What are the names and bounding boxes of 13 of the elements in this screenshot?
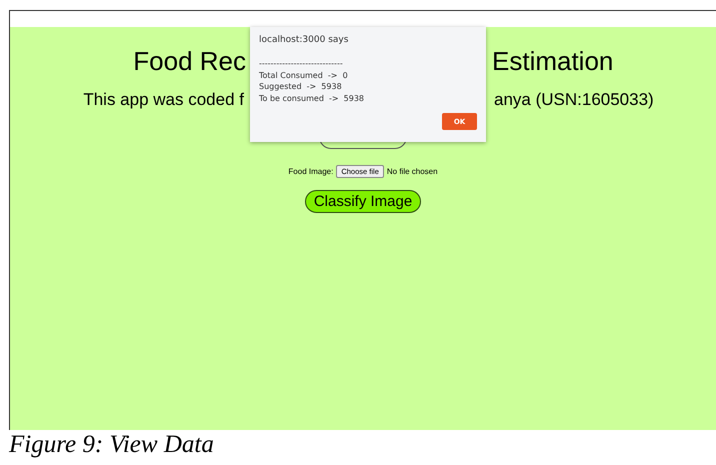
page-title: Estimation <box>492 45 614 77</box>
field-label: Food Image: <box>288 167 334 176</box>
separator-text: ----------------------------- <box>259 58 344 70</box>
dialog-line: To be consumed -> 5938 <box>259 92 366 104</box>
subtitle: anya (USN:1605033) <box>494 89 654 111</box>
dialog-line: Total Consumed -> 0 <box>259 70 349 81</box>
subtitle: This app was coded f <box>83 89 244 111</box>
dialog-line: Suggested -> 5938 <box>259 81 343 92</box>
page-title: Food Rec <box>133 45 246 77</box>
file-status: No file chosen <box>386 167 438 176</box>
figure-caption: Figure 9: View Data <box>9 430 215 460</box>
classify-button[interactable]: Classify Image <box>304 190 422 213</box>
dialog-origin: localhost:3000 says <box>259 34 350 46</box>
